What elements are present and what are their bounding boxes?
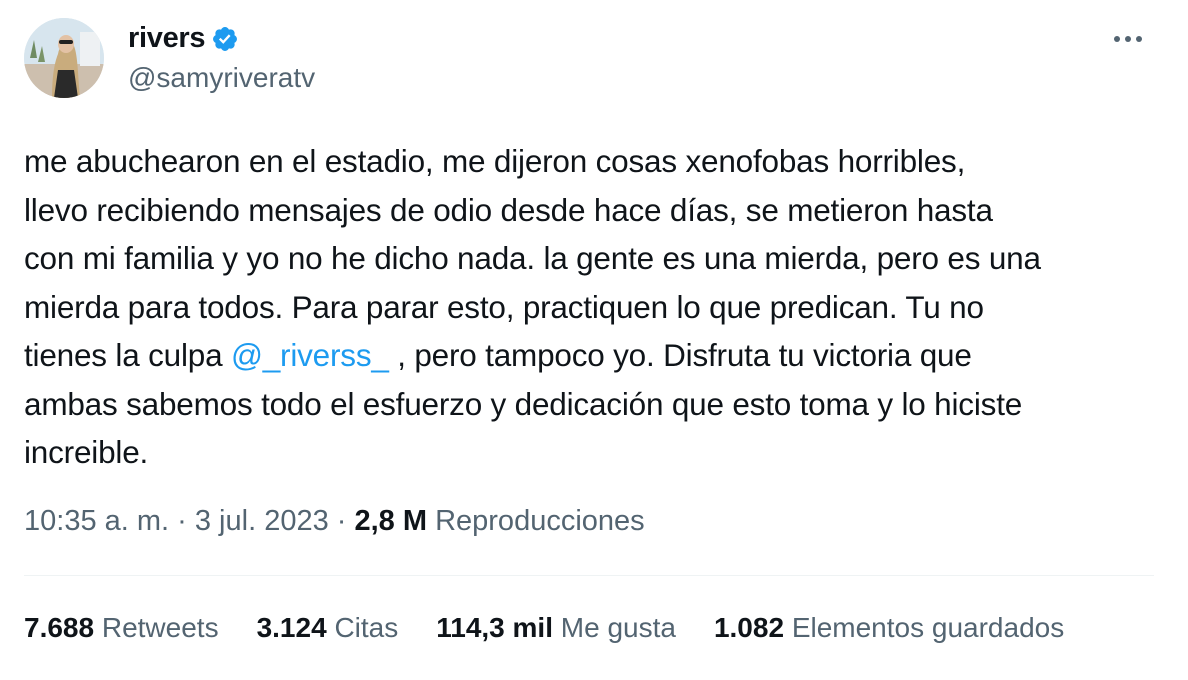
- quotes-stat[interactable]: 3.124 Citas: [257, 612, 399, 644]
- retweets-label: Retweets: [101, 612, 219, 643]
- bookmarks-stat[interactable]: 1.082 Elementos guardados: [714, 612, 1064, 644]
- engagement-stats: 7.688 Retweets 3.124 Citas 114,3 mil Me …: [24, 612, 1102, 644]
- views-label: Reproducciones: [435, 505, 645, 537]
- verified-badge-icon: [213, 26, 238, 51]
- likes-label: Me gusta: [560, 612, 676, 643]
- quotes-count: 3.124: [256, 612, 327, 643]
- meta-separator: ·: [169, 505, 195, 537]
- avatar-photo: [24, 18, 104, 98]
- more-horizontal-icon: [1114, 36, 1142, 42]
- meta-separator: ·: [328, 505, 355, 537]
- tweet-time[interactable]: 10:35 a. m.: [24, 505, 169, 537]
- author-handle[interactable]: @samyriveratv: [128, 62, 315, 94]
- tweet-meta: 10:35 a. m. · 3 jul. 2023 · 2,8 M Reprod…: [24, 505, 645, 538]
- likes-stat[interactable]: 114,3 mil Me gusta: [436, 612, 676, 644]
- bookmarks-label: Elementos guardados: [791, 612, 1065, 643]
- more-options-button[interactable]: [1108, 24, 1148, 54]
- author-name-row: rivers: [128, 22, 239, 55]
- tweet-text: me abuchearon en el estadio, me dijeron …: [24, 137, 1164, 477]
- display-name[interactable]: rivers: [128, 22, 206, 55]
- tweet-date[interactable]: 3 jul. 2023: [195, 505, 329, 537]
- likes-count: 114,3 mil: [436, 612, 553, 643]
- mention-link[interactable]: @_riverss_: [231, 337, 389, 373]
- divider: [24, 575, 1154, 576]
- views-count: 2,8 M: [354, 505, 428, 537]
- avatar[interactable]: [24, 18, 104, 98]
- retweets-count: 7.688: [24, 612, 95, 643]
- quotes-label: Citas: [334, 612, 399, 643]
- tweet-card: rivers @samyriveratv me abuchearon en el…: [0, 0, 1188, 680]
- retweets-stat[interactable]: 7.688 Retweets: [24, 612, 219, 644]
- bookmarks-count: 1.082: [713, 612, 785, 643]
